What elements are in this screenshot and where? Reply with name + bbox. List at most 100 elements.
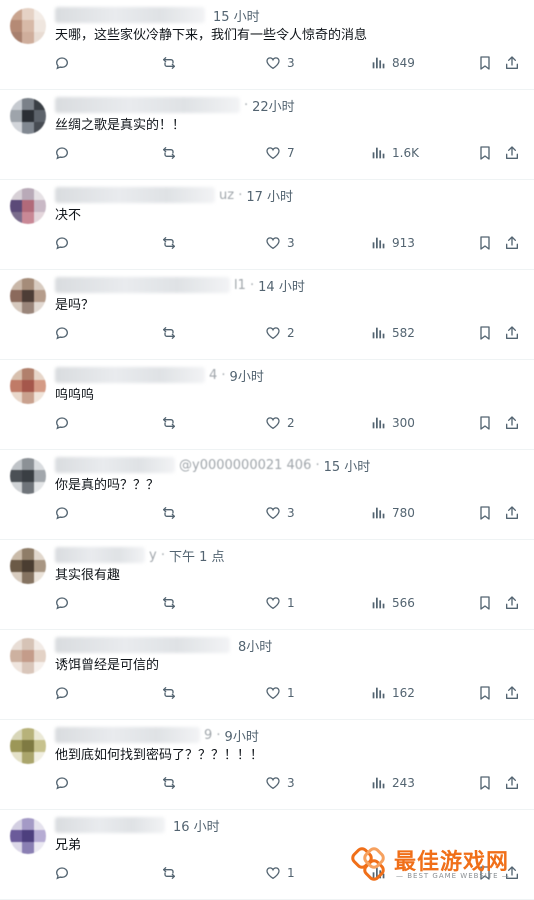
like-button[interactable]: 1 — [265, 862, 295, 884]
views-button[interactable]: 780 — [370, 502, 415, 524]
blurred-username[interactable] — [55, 367, 205, 383]
avatar[interactable] — [10, 728, 46, 764]
bookmark-button[interactable] — [477, 322, 493, 344]
blurred-username[interactable] — [55, 7, 205, 23]
reply-item[interactable]: @y0000000021 406 · 15 小时 你是真的吗？？？ 3 780 — [0, 450, 534, 540]
share-button[interactable] — [504, 232, 520, 254]
reply-button[interactable] — [54, 502, 70, 524]
avatar[interactable] — [10, 8, 46, 44]
reply-item[interactable]: · 22小时 丝绸之歌是真实的！！ 7 1.6K — [0, 90, 534, 180]
reply-timestamp[interactable]: 下午 1 点 — [169, 546, 225, 565]
avatar[interactable] — [10, 278, 46, 314]
views-button[interactable]: 300 — [370, 412, 415, 434]
avatar[interactable] — [10, 548, 46, 584]
avatar[interactable] — [10, 638, 46, 674]
reply-timestamp[interactable]: 16 小时 — [173, 816, 220, 835]
reply-timestamp[interactable]: 9小时 — [230, 366, 264, 385]
blurred-username[interactable] — [55, 187, 215, 203]
reply-item[interactable]: y · 下午 1 点 其实很有趣 1 566 — [0, 540, 534, 630]
reply-button[interactable] — [54, 412, 70, 434]
share-button[interactable] — [504, 52, 520, 74]
like-button[interactable]: 3 — [265, 772, 295, 794]
views-button[interactable]: 566 — [370, 592, 415, 614]
share-button[interactable] — [504, 682, 520, 704]
like-button[interactable]: 2 — [265, 322, 295, 344]
share-button[interactable] — [504, 592, 520, 614]
like-button[interactable]: 2 — [265, 412, 295, 434]
bookmark-button[interactable] — [477, 232, 493, 254]
blurred-username[interactable] — [55, 457, 175, 473]
reply-item[interactable]: 8小时 诱饵曾经是可信的 1 162 — [0, 630, 534, 720]
bookmark-button[interactable] — [477, 592, 493, 614]
blurred-username[interactable] — [55, 547, 145, 563]
bookmark-button[interactable] — [477, 682, 493, 704]
retweet-button[interactable] — [161, 682, 177, 704]
retweet-button[interactable] — [161, 52, 177, 74]
like-button[interactable]: 7 — [265, 142, 295, 164]
reply-button[interactable] — [54, 862, 70, 884]
retweet-button[interactable] — [161, 232, 177, 254]
share-button[interactable] — [504, 142, 520, 164]
reply-button[interactable] — [54, 232, 70, 254]
reply-button[interactable] — [54, 772, 70, 794]
bookmark-button[interactable] — [477, 412, 493, 434]
blurred-username[interactable] — [55, 97, 240, 113]
share-button[interactable] — [504, 412, 520, 434]
reply-timestamp[interactable]: 22小时 — [252, 96, 295, 115]
bookmark-button[interactable] — [477, 52, 493, 74]
like-button[interactable]: 1 — [265, 682, 295, 704]
views-button[interactable]: 243 — [370, 772, 415, 794]
retweet-button[interactable] — [161, 862, 177, 884]
reply-item[interactable]: 9 · 9小时 他到底如何找到密码了？？？！！！ 3 243 — [0, 720, 534, 810]
avatar[interactable] — [10, 188, 46, 224]
bookmark-button[interactable] — [477, 142, 493, 164]
reply-button[interactable] — [54, 592, 70, 614]
bookmark-button[interactable] — [477, 502, 493, 524]
reply-button[interactable] — [54, 142, 70, 164]
avatar[interactable] — [10, 458, 46, 494]
reply-button[interactable] — [54, 52, 70, 74]
reply-item[interactable]: l1 · 14 小时 是吗？ 2 582 — [0, 270, 534, 360]
retweet-button[interactable] — [161, 592, 177, 614]
reply-timestamp[interactable]: 8小时 — [238, 636, 272, 655]
bookmark-button[interactable] — [477, 772, 493, 794]
views-button[interactable]: 1.6K — [370, 142, 419, 164]
avatar[interactable] — [10, 98, 46, 134]
reply-item[interactable]: uz · 17 小时 决不 3 913 — [0, 180, 534, 270]
avatar[interactable] — [10, 818, 46, 854]
blurred-username[interactable] — [55, 637, 230, 653]
reply-button[interactable] — [54, 682, 70, 704]
share-button[interactable] — [504, 322, 520, 344]
blurred-username[interactable] — [55, 727, 200, 743]
share-button[interactable] — [504, 502, 520, 524]
views-button[interactable]: 582 — [370, 322, 415, 344]
like-button[interactable]: 3 — [265, 52, 295, 74]
retweet-button[interactable] — [161, 502, 177, 524]
like-count: 1 — [287, 686, 295, 700]
heart-icon — [265, 775, 281, 791]
reply-timestamp[interactable]: 9小时 — [225, 726, 259, 745]
reply-item[interactable]: 15 小时 天哪，这些家伙冷静下来，我们有一些令人惊奇的消息 3 849 — [0, 0, 534, 90]
blurred-username[interactable] — [55, 277, 230, 293]
retweet-button[interactable] — [161, 322, 177, 344]
like-button[interactable]: 3 — [265, 232, 295, 254]
like-button[interactable]: 3 — [265, 502, 295, 524]
retweet-button[interactable] — [161, 142, 177, 164]
views-button[interactable]: 849 — [370, 52, 415, 74]
blurred-username[interactable] — [55, 817, 165, 833]
retweet-button[interactable] — [161, 412, 177, 434]
views-button[interactable]: 162 — [370, 682, 415, 704]
reply-timestamp[interactable]: 15 小时 — [213, 6, 260, 25]
reply-item[interactable]: 4 · 9小时 呜呜呜 2 300 — [0, 360, 534, 450]
share-icon — [504, 325, 520, 341]
avatar[interactable] — [10, 368, 46, 404]
reply-timestamp[interactable]: 15 小时 — [324, 456, 371, 475]
share-button[interactable] — [504, 772, 520, 794]
reply-button[interactable] — [54, 322, 70, 344]
like-count: 3 — [287, 506, 295, 520]
like-button[interactable]: 1 — [265, 592, 295, 614]
reply-timestamp[interactable]: 14 小时 — [258, 276, 305, 295]
retweet-button[interactable] — [161, 772, 177, 794]
reply-timestamp[interactable]: 17 小时 — [246, 186, 293, 205]
views-button[interactable]: 913 — [370, 232, 415, 254]
